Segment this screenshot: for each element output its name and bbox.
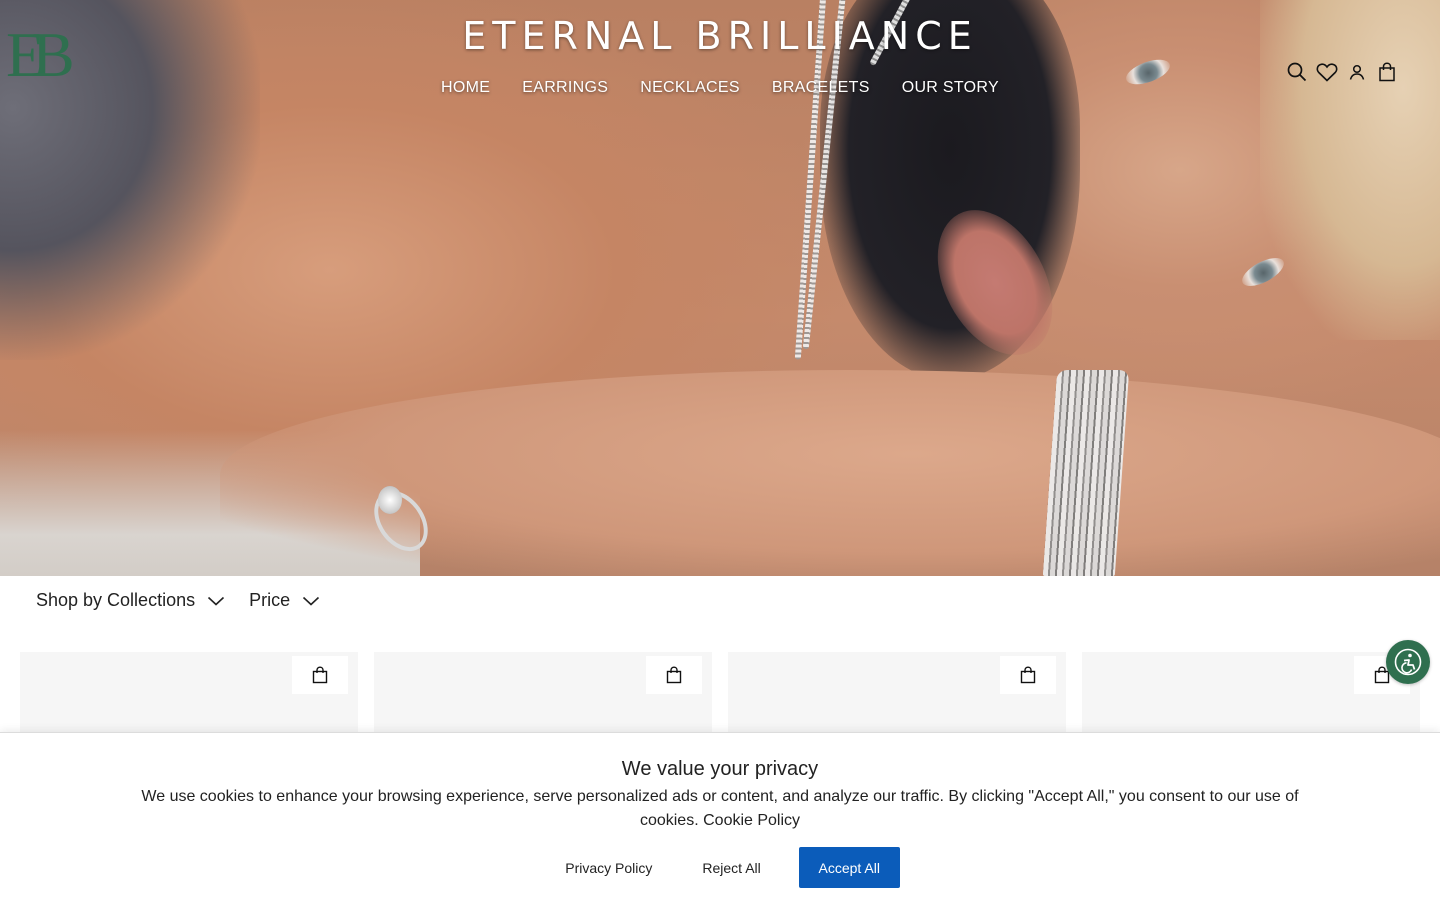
chevron-down-icon xyxy=(208,596,225,606)
bag-icon[interactable] xyxy=(1376,60,1398,84)
add-to-cart-button[interactable] xyxy=(646,656,702,694)
add-to-cart-button[interactable] xyxy=(292,656,348,694)
hero-bracelet xyxy=(1042,370,1130,576)
nav-earrings[interactable]: EARRINGS xyxy=(522,77,608,99)
product-grid xyxy=(20,652,1420,742)
reject-all-button[interactable]: Reject All xyxy=(677,848,785,888)
filter-label: Shop by Collections xyxy=(36,590,196,610)
accept-all-button[interactable]: Accept All xyxy=(798,847,900,888)
filter-collections[interactable]: Shop by Collections xyxy=(36,590,225,611)
account-icon[interactable] xyxy=(1346,60,1368,84)
hero-ring-stone xyxy=(378,486,402,514)
privacy-policy-link[interactable]: Privacy Policy xyxy=(540,848,677,888)
accessibility-icon xyxy=(1394,648,1422,676)
bag-icon xyxy=(312,666,328,684)
nav-necklaces[interactable]: NECKLACES xyxy=(640,77,740,99)
product-card[interactable] xyxy=(374,652,712,742)
brand-title[interactable]: ETERNAL BRILLIANCE xyxy=(0,14,1440,58)
bag-icon xyxy=(666,666,682,684)
product-card[interactable] xyxy=(20,652,358,742)
cookie-title: We value your privacy xyxy=(621,758,819,780)
main-nav: HOME EARRINGS NECKLACES BRACELETS OUR ST… xyxy=(0,77,1440,99)
search-icon[interactable] xyxy=(1286,60,1308,84)
accessibility-button[interactable] xyxy=(1386,640,1430,684)
cookie-message: We use cookies to enhance your browsing … xyxy=(135,785,1305,833)
cookie-actions: Privacy Policy Reject All Accept All xyxy=(0,847,1440,888)
nav-bracelets[interactable]: BRACELETS xyxy=(772,77,870,99)
chevron-down-icon xyxy=(303,596,320,606)
nav-our-story[interactable]: OUR STORY xyxy=(902,77,999,99)
filter-bar: Shop by Collections Price xyxy=(36,590,320,611)
product-card[interactable] xyxy=(728,652,1066,742)
filter-price[interactable]: Price xyxy=(249,590,320,611)
bag-icon xyxy=(1020,666,1036,684)
cookie-policy-link[interactable]: Cookie Policy xyxy=(703,812,800,829)
add-to-cart-button[interactable] xyxy=(1000,656,1056,694)
header-icons xyxy=(1286,60,1398,84)
nav-home[interactable]: HOME xyxy=(441,77,490,99)
heart-icon[interactable] xyxy=(1316,60,1338,84)
product-card[interactable] xyxy=(1082,652,1420,742)
cookie-banner: We value your privacy We use cookies to … xyxy=(0,732,1440,900)
filter-label: Price xyxy=(249,590,291,610)
